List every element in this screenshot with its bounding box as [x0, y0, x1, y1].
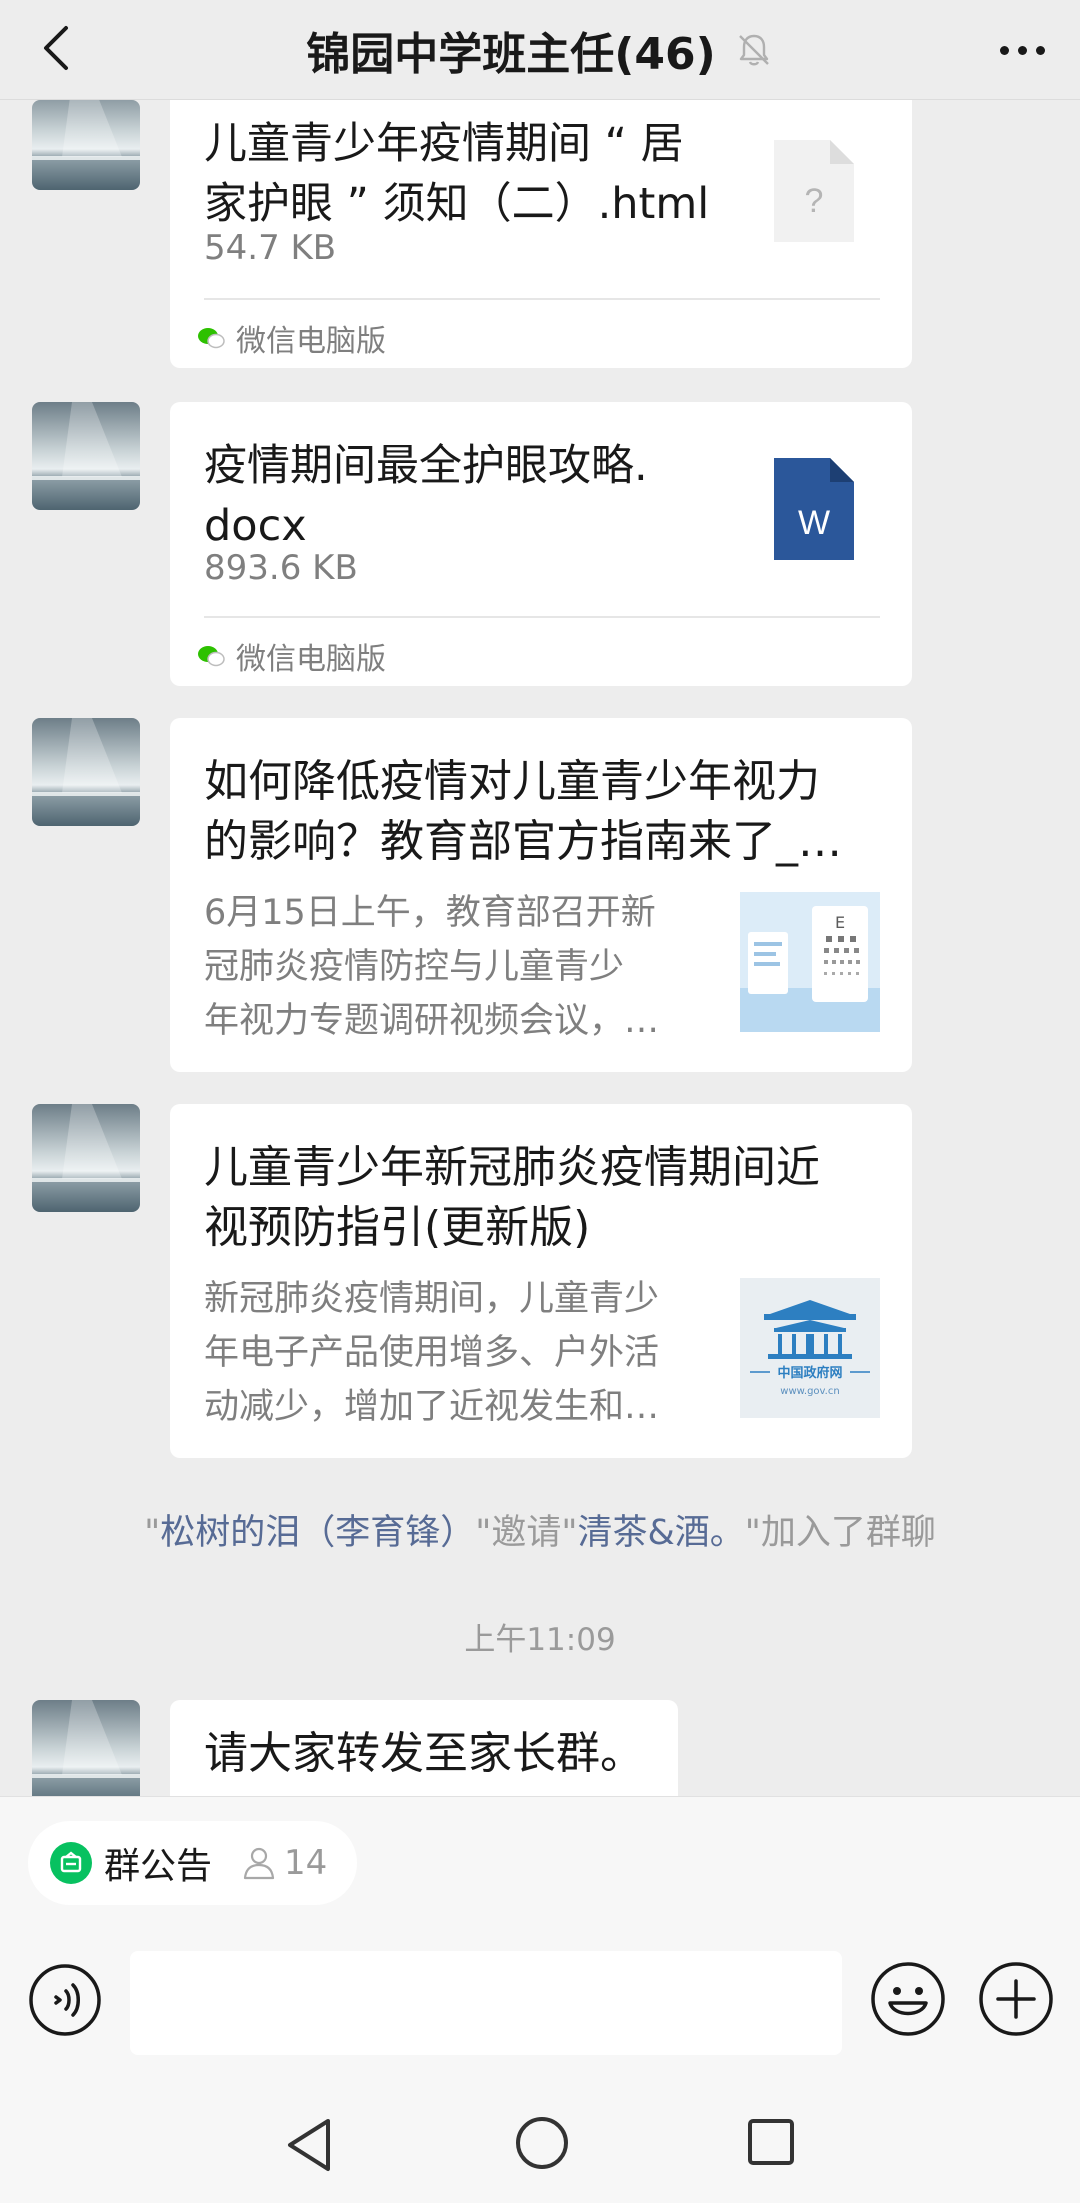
bell-off-icon [738, 34, 769, 66]
sender-avatar[interactable] [32, 1104, 140, 1212]
more-button[interactable] [992, 20, 1052, 80]
svg-text:中国政府网: 中国政府网 [777, 1365, 842, 1381]
svg-text:E: E [835, 913, 845, 932]
title-area: 锦园中学班主任(46) [0, 0, 1080, 100]
card-divider [204, 616, 880, 618]
link-description: 6月15日上午，教育部召开新 冠肺炎疫情防控与儿童青少 年视力专题调研视频会议，… [204, 893, 660, 1041]
notice-label: 群公告 [104, 1846, 213, 1887]
sender-avatar[interactable] [32, 100, 140, 190]
system-message: "松树的泪（李育锋）"邀请"清茶&酒。"加入了群聊 [144, 1513, 936, 1553]
plus-icon[interactable] [978, 1961, 1054, 2037]
file-size: 893.6 KB [204, 548, 358, 588]
group-notice-chip[interactable]: 群公告 14 [28, 1821, 358, 1905]
message-input[interactable] [130, 1951, 842, 2055]
time-label: 上午11:09 [464, 1622, 616, 1658]
file-size: 54.7 KB [204, 228, 337, 268]
file-name: 儿童青少年疫情期间 “ 居 家护眼 ” 须知（二）.html [204, 119, 710, 229]
voice-icon[interactable] [28, 1963, 102, 2037]
file-name: 疫情期间最全护眼攻略. docx [204, 441, 648, 551]
chat-title: 锦园中学班主任(46) [306, 29, 716, 80]
nav-recent-apps-icon[interactable] [746, 2117, 796, 2167]
file-message-card[interactable]: 儿童青少年疫情期间 “ 居 家护眼 ” 须知（二）.html 54.7 KB ?… [170, 100, 912, 368]
nav-home-icon[interactable] [514, 2115, 570, 2171]
eye-chart-thumbnail: E [740, 892, 880, 1032]
link-title: 如何降低疫情对儿童青少年视力 的影响？教育部官方指南来了_… [204, 756, 842, 867]
svg-text:?: ? [805, 182, 824, 220]
link-title: 儿童青少年新冠肺炎疫情期间近 视预防指引(更新版) [204, 1142, 820, 1253]
inviter-name[interactable]: 松树的泪（李育锋） [160, 1513, 475, 1553]
text-message-bubble[interactable]: 请大家转发至家长群。 [170, 1700, 678, 1796]
emoji-icon[interactable] [870, 1961, 946, 2037]
chat-area[interactable]: 儿童青少年疫情期间 “ 居 家护眼 ” 须知（二）.html 54.7 KB ?… [0, 100, 1080, 1796]
file-message-card[interactable]: 疫情期间最全护眼攻略. docx 893.6 KB W 微信电脑版 [170, 402, 912, 686]
notice-icon [50, 1842, 92, 1884]
unknown-file-icon: ? [774, 140, 854, 242]
sender-avatar[interactable] [32, 718, 140, 826]
chat-header: 锦园中学班主任(46) [0, 0, 1080, 100]
sender-avatar[interactable] [32, 402, 140, 510]
link-message-card[interactable]: 如何降低疫情对儿童青少年视力 的影响？教育部官方指南来了_… 6月15日上午，教… [170, 718, 912, 1072]
notice-read-count: 14 [240, 1843, 327, 1883]
more-dots-icon [999, 45, 1009, 55]
wechat-icon [198, 328, 225, 349]
svg-text:W: W [798, 504, 830, 542]
link-message-card[interactable]: 儿童青少年新冠肺炎疫情期间近 视预防指引(更新版) 新冠肺炎疫情期间，儿童青少 … [170, 1104, 912, 1458]
sender-avatar[interactable] [32, 1700, 140, 1796]
message-source: 微信电脑版 [196, 634, 386, 678]
word-file-icon: W [774, 458, 854, 560]
svg-text:www.gov.cn: www.gov.cn [780, 1386, 839, 1397]
gov-logo-thumbnail: 中国政府网 www.gov.cn [740, 1278, 880, 1418]
invitee-name[interactable]: 清茶&酒。 [577, 1513, 744, 1553]
nav-back-icon[interactable] [282, 2115, 338, 2175]
link-description: 新冠肺炎疫情期间，儿童青少 年电子产品使用增多、户外活 动减少，增加了近视发生和… [204, 1279, 660, 1427]
message-source: 微信电脑版 [196, 316, 386, 360]
input-panel: 群公告 14 [0, 1796, 1080, 2203]
person-icon [243, 1847, 275, 1880]
card-divider [204, 298, 880, 300]
wechat-icon [198, 646, 225, 667]
